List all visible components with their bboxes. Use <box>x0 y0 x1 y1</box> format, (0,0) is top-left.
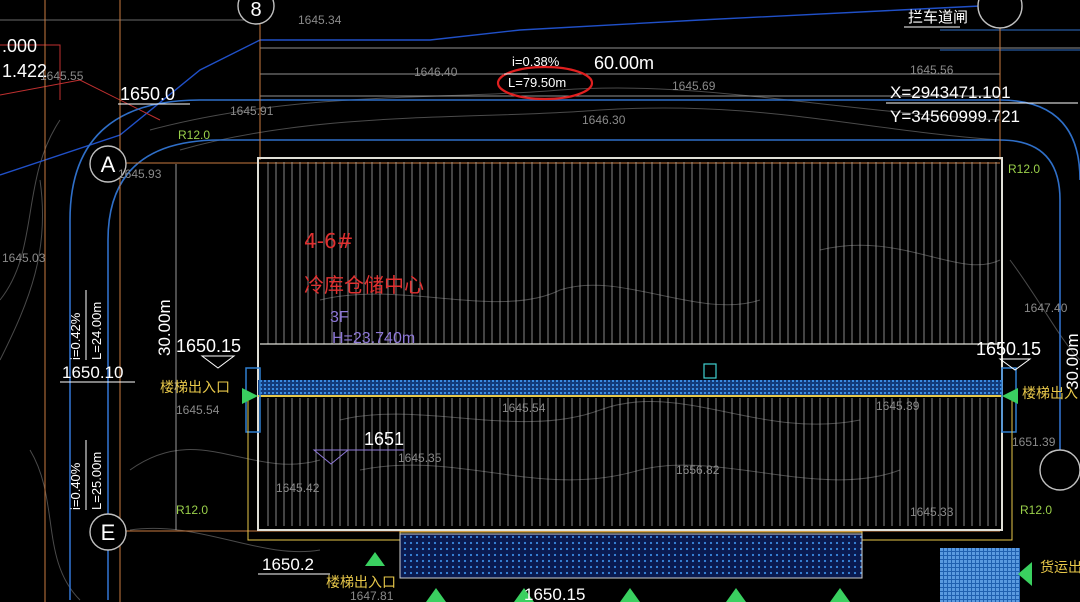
contour-label: 1645.39 <box>876 399 920 413</box>
contour-label: 1645.69 <box>672 79 716 93</box>
contour-label: 1647.40 <box>1024 301 1068 315</box>
roof-hatch-lower <box>262 398 998 526</box>
column-marker <box>703 363 717 379</box>
elev-1650-15-bottom: 1650.15 <box>524 585 585 602</box>
contour-label: 1645.54 <box>502 401 546 415</box>
coord-y: Y=34560999.721 <box>890 107 1020 126</box>
contour-label: 1645.35 <box>398 451 442 465</box>
corridor-band <box>258 380 1002 395</box>
contour-label: 1646.40 <box>414 65 458 79</box>
contour-label: 1645.56 <box>910 63 954 77</box>
axis-8-label: 8 <box>250 0 261 21</box>
dim-building-depth: 30.00m <box>155 299 174 356</box>
cad-viewport[interactable]: A E 8 i=0.38% L=79.50m 60.00m .000 1.422… <box>0 0 1080 602</box>
dimension-top: 60.00m <box>594 53 654 73</box>
roof-hatch-upper <box>262 162 998 344</box>
contour-label: 1645.03 <box>2 251 46 265</box>
axis-bubble-top-right[interactable] <box>977 0 1023 29</box>
contour-label: 1656.82 <box>676 463 720 477</box>
loading-dock[interactable] <box>399 533 863 579</box>
building-floors: 3F <box>330 309 349 326</box>
building-height: H=23.740m <box>332 330 415 347</box>
dim-right-partial: 30.00m <box>1063 333 1080 390</box>
slope-left-upper-length: L=24.00m <box>89 302 104 360</box>
slope-left-upper-grade: i=0.42% <box>68 312 83 360</box>
axis-bubble-right[interactable] <box>1039 449 1080 491</box>
elev-1650-15-right: 1650.15 <box>976 339 1041 359</box>
elev-1650-0: 1650.0 <box>120 84 175 104</box>
coord-x: X=2943471.101 <box>890 83 1011 102</box>
elev-1650-10: 1650.10 <box>62 363 123 382</box>
entrance-cargo: 货运出 <box>1040 559 1080 576</box>
contour-label: 1645.55 <box>40 69 84 83</box>
elev-1650-2: 1650.2 <box>262 555 314 574</box>
contour-label: 1645.93 <box>118 167 162 181</box>
axis-e-label: E <box>101 520 116 545</box>
building-id: 4-6# <box>304 229 353 253</box>
building-name: 冷库仓储中心 <box>304 273 424 297</box>
contour-label: 1645.91 <box>230 104 274 118</box>
dim-left-partial: .000 <box>2 36 37 56</box>
contour-label: 1645.42 <box>276 481 320 495</box>
radius-br: R12.0 <box>1020 503 1052 517</box>
contour-label: 1646.30 <box>582 113 626 127</box>
radius-tr: R12.0 <box>1008 162 1040 176</box>
entrance-left: 楼梯出入口 <box>160 380 230 396</box>
contour-label: 1645.54 <box>176 403 220 417</box>
radius-tl: R12.0 <box>178 128 210 142</box>
slope-top-length[interactable]: L=79.50m <box>508 75 566 90</box>
site-plan-drawing[interactable]: A E 8 i=0.38% L=79.50m 60.00m .000 1.422… <box>0 0 1080 602</box>
slope-left-lower-length: L=25.00m <box>89 452 104 510</box>
cargo-area <box>940 548 1020 602</box>
axis-bubble-e[interactable]: E <box>89 513 127 551</box>
elev-1650-15-left: 1650.15 <box>176 336 241 356</box>
axis-a-label: A <box>101 152 116 177</box>
radius-bl: R12.0 <box>176 503 208 517</box>
building-footprint[interactable] <box>245 157 1020 602</box>
contour-label: 1645.33 <box>910 505 954 519</box>
contour-label: 1645.34 <box>298 13 342 27</box>
slope-left-lower-grade: i=0.40% <box>68 462 83 510</box>
gate-label: 拦车道闸 <box>908 9 968 26</box>
contour-label: 1647.81 <box>350 589 394 602</box>
contour-label: 1651.39 <box>1012 435 1056 449</box>
elev-1651: 1651 <box>364 429 404 449</box>
